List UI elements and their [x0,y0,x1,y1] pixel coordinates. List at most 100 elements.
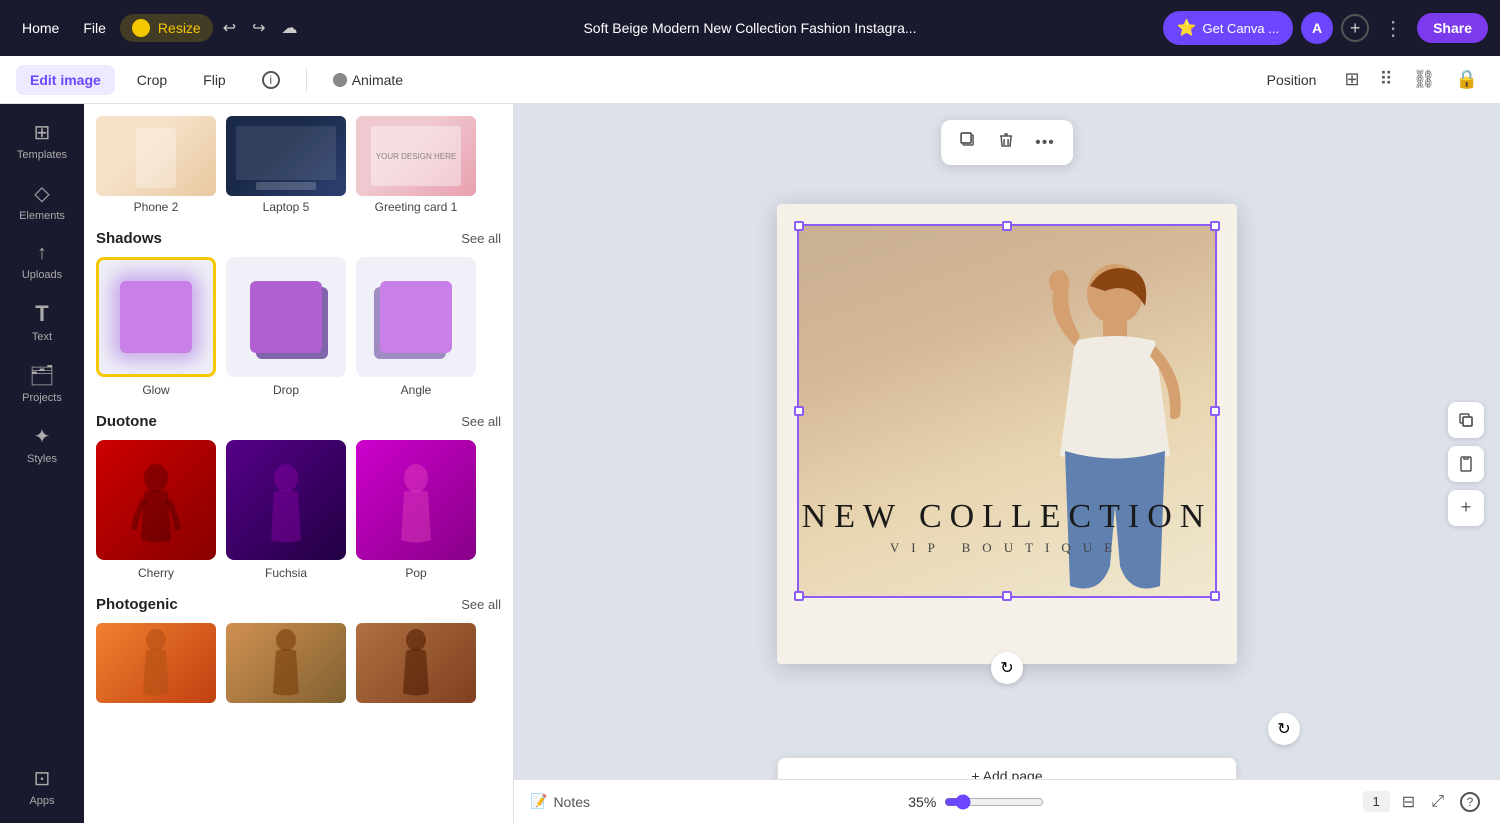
handle-mid-right[interactable] [1210,406,1220,416]
paste-style-button[interactable] [1448,446,1484,482]
handle-bot-mid[interactable] [1002,591,1012,601]
photogenic-title: Photogenic [96,596,178,613]
thumb-phone2[interactable]: Phone 2 [96,116,216,214]
handle-top-mid[interactable] [1002,221,1012,231]
bottom-right: 1 ⊟ ⤢ ? [1363,788,1484,816]
help-button[interactable]: ? [1456,788,1484,816]
duotone-items: Cherry Fuchsia Pop [96,440,501,580]
sidebar-item-uploads[interactable]: ↑ Uploads [6,234,78,289]
photogenic-2[interactable] [226,623,346,703]
thumb-greeting1[interactable]: YOUR DESIGN HERE Greeting card 1 [356,116,476,214]
show-pages-button[interactable]: ⊟ [1398,788,1419,816]
more-options-button[interactable]: ••• [1027,129,1063,157]
sidebar-item-templates[interactable]: ⊞ Templates [6,112,78,169]
help-icon: ? [1460,792,1480,812]
canvas-refresh-button[interactable]: ↻ [1268,713,1300,745]
main-layout: ⊞ Templates ◇ Elements ↑ Uploads T Text … [0,104,1500,823]
topbar-left: Home File Resize ↩ ↪ ☁ [12,12,304,44]
link-button[interactable]: ⛓ [1407,63,1442,96]
canvas-fashion-image: NEW COLLECTION VIP BOUTIQUE [799,226,1215,596]
canvas-card: NEW COLLECTION VIP BOUTIQUE ↻ [777,204,1237,664]
canvas-image-container[interactable]: NEW COLLECTION VIP BOUTIQUE [797,224,1217,598]
duotone-fuchsia-thumb [226,440,346,560]
duotone-pop[interactable]: Pop [356,440,476,580]
duotone-fuchsia[interactable]: Fuchsia [226,440,346,580]
sidebar-item-label-templates: Templates [17,149,67,161]
notifications-button[interactable]: ⋮ [1377,10,1409,47]
file-button[interactable]: File [73,14,116,42]
handle-bot-right[interactable] [1210,591,1220,601]
share-button[interactable]: Share [1417,13,1488,43]
fullscreen-button[interactable]: ⤢ [1427,789,1448,815]
canvas-overlay-text: NEW COLLECTION VIP BOUTIQUE [799,498,1215,556]
add-collaborator-button[interactable]: + [1341,14,1369,42]
sidebar-item-elements[interactable]: ◇ Elements [6,173,78,230]
photogenic-see-all[interactable]: See all [461,597,501,612]
handle-bot-left[interactable] [794,591,804,601]
get-canva-button[interactable]: ⭐ Get Canva ... [1163,11,1294,45]
sidebar-item-apps[interactable]: ⊡ Apps [6,758,78,815]
document-title: Soft Beige Modern New Collection Fashion… [583,20,916,36]
lock-button[interactable]: 🔒 [1450,63,1484,96]
templates-icon: ⊞ [34,120,51,145]
zoom-slider[interactable] [944,794,1044,810]
shadow-glow-label: Glow [142,383,169,397]
copy-style-button[interactable] [1448,402,1484,438]
info-button[interactable]: i [248,64,294,96]
edit-image-button[interactable]: Edit image [16,65,115,95]
shadow-angle-label: Angle [401,383,432,397]
animate-button[interactable]: Animate [319,65,417,95]
canvas-area: ••• + ↻ [514,104,1500,823]
cloud-button[interactable]: ☁ [276,12,304,44]
bottom-bar: 📝 Notes 35% 1 ⊟ ⤢ ? [514,779,1500,823]
divider [306,68,307,92]
shadow-glow-thumb [96,257,216,377]
handle-mid-left[interactable] [794,406,804,416]
thumb-laptop5[interactable]: Laptop 5 [226,116,346,214]
thumb-laptop5-label: Laptop 5 [263,200,310,214]
duplicate-icon [959,131,977,149]
sidebar-item-styles[interactable]: ✦ Styles [6,416,78,473]
duotone-see-all[interactable]: See all [461,414,501,429]
photogenic-1[interactable] [96,623,216,703]
sidebar-item-label-elements: Elements [19,210,65,222]
duotone-cherry[interactable]: Cherry [96,440,216,580]
animate-label: Animate [352,72,403,88]
shadow-angle[interactable]: Angle [356,257,476,397]
position-button[interactable]: Position [1253,65,1331,95]
shadow-glow[interactable]: Glow [96,257,216,397]
home-button[interactable]: Home [12,14,69,42]
handle-top-right[interactable] [1210,221,1220,231]
avatar[interactable]: A [1301,12,1333,44]
topbar-right: ⭐ Get Canva ... A + ⋮ Share [1163,10,1488,47]
sidebar-item-projects[interactable]: 🗂 Projects [6,355,78,412]
redo-button[interactable]: ↪ [246,12,271,44]
delete-button[interactable] [989,126,1023,159]
shadows-see-all[interactable]: See all [461,231,501,246]
duplicate-button[interactable] [951,126,985,159]
flip-button[interactable]: Flip [189,65,240,95]
pattern-button[interactable]: ⠿ [1374,63,1399,96]
shadow-drop[interactable]: Drop [226,257,346,397]
notes-button[interactable]: 📝 Notes [530,793,590,810]
grid-view-button[interactable]: ⊞ [1338,63,1365,96]
duotone-pop-thumb [356,440,476,560]
crop-button[interactable]: Crop [123,65,181,95]
sidebar-item-text[interactable]: T Text [6,293,78,351]
photogenic-3[interactable] [356,623,476,703]
handle-top-left[interactable] [794,221,804,231]
add-element-button[interactable]: + [1448,490,1484,526]
secondbar-right: Position ⊞ ⠿ ⛓ 🔒 [1253,63,1484,96]
resize-button[interactable]: Resize [120,14,213,42]
shadows-title: Shadows [96,230,162,247]
silhouette-pg3 [391,628,441,703]
undo-button[interactable]: ↩ [217,12,242,44]
duotone-header: Duotone See all [96,413,501,430]
canvas-swap-button[interactable]: ↻ [991,652,1023,684]
thumb-laptop5-img [226,116,346,196]
duotone-fuchsia-label: Fuchsia [265,566,307,580]
photogenic-3-img [356,623,476,703]
photogenic-2-img [226,623,346,703]
shadow-angle-thumb [356,257,476,377]
uploads-icon: ↑ [37,242,47,265]
